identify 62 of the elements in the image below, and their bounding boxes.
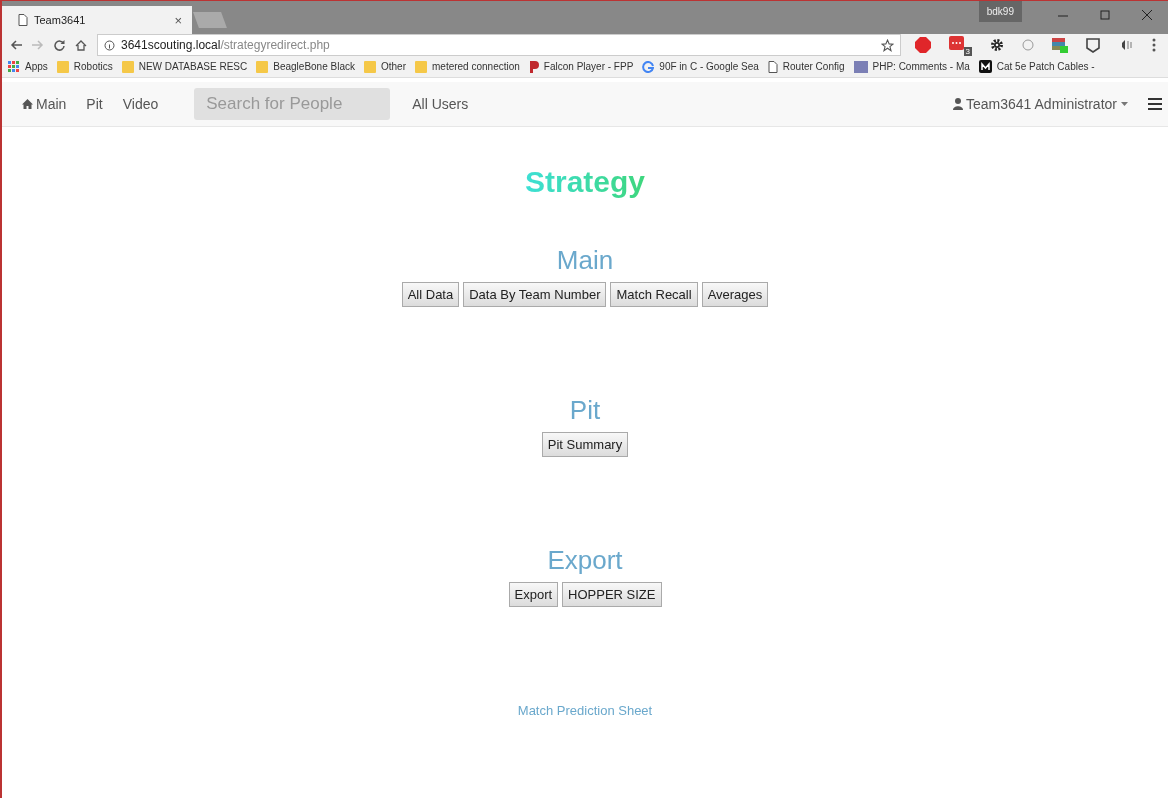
reload-icon[interactable] (54, 39, 65, 51)
action-button[interactable]: HOPPER SIZE (562, 582, 662, 607)
nav-link[interactable]: Video (122, 96, 159, 112)
page-icon (767, 60, 778, 73)
close-icon[interactable] (1142, 9, 1152, 20)
section-heading: Main (556, 245, 614, 276)
tab-title: Team3641 (34, 14, 87, 26)
action-button[interactable]: Pit Summary (541, 432, 629, 457)
bookmark[interactable]: NEW DATABASE RESC (121, 59, 248, 74)
stop-sign-icon[interactable] (915, 37, 931, 53)
apps-grid-icon (8, 60, 20, 73)
menu-icon[interactable] (1148, 98, 1162, 110)
page-icon (18, 14, 28, 26)
search-field[interactable]: Search for People (194, 88, 391, 120)
bookmark[interactable]: Falcon Player - FPP (528, 60, 634, 73)
shield-icon[interactable] (1086, 37, 1100, 53)
folder-icon (415, 59, 427, 74)
bookmark[interactable]: Other (364, 59, 406, 74)
back-icon[interactable] (10, 40, 22, 50)
action-button[interactable]: All Data (401, 282, 460, 307)
folder-icon (364, 59, 376, 74)
nav-link[interactable]: Pit (86, 96, 103, 112)
caret-icon (1121, 102, 1128, 106)
bookmark[interactable]: PHP: Comments - Ma (853, 60, 970, 73)
bookmark[interactable]: 90F in C - Google Sea (642, 60, 759, 73)
m-logo-icon (978, 60, 992, 73)
tab-close[interactable]: × (174, 12, 182, 28)
extension-button[interactable]: 3 (949, 34, 972, 56)
bookmark[interactable]: Apps (8, 60, 48, 73)
stack-icon[interactable] (1052, 37, 1068, 53)
bookmark[interactable]: Cat 5e Patch Cables - (978, 60, 1095, 73)
action-button[interactable]: Export (508, 582, 559, 607)
browser-tab[interactable]: Team3641 × (2, 6, 192, 34)
info-icon[interactable] (104, 39, 115, 51)
php-logo-icon (853, 60, 868, 73)
user-icon (953, 98, 964, 110)
section-heading: Export (547, 545, 623, 576)
user-menu[interactable]: Team3641 Administrator (953, 96, 1128, 112)
bookmark[interactable]: metered connection (415, 59, 520, 74)
action-button[interactable]: Data By Team Number (463, 282, 607, 307)
count-badge: 3 (963, 46, 972, 56)
gear-icon[interactable] (990, 38, 1004, 52)
profile-badge[interactable]: bdk99 (978, 1, 1022, 22)
star-icon[interactable] (881, 38, 894, 52)
section-heading: Pit (569, 395, 601, 426)
menu-icon[interactable] (1152, 38, 1156, 52)
folder-icon (256, 59, 269, 74)
bookmark[interactable]: Router Config (767, 60, 845, 73)
nav-link[interactable]: Main (22, 96, 67, 112)
bookmark[interactable]: BeagleBone Black (256, 59, 355, 74)
folder-icon (56, 59, 69, 74)
action-button[interactable]: Averages (701, 282, 769, 307)
restore-icon[interactable] (1100, 9, 1110, 20)
home-icon (22, 99, 33, 109)
p-logo-icon (528, 60, 539, 73)
action-button[interactable]: Match Recall (610, 282, 698, 307)
nav-link[interactable]: All Users (412, 96, 469, 112)
folder-icon (121, 59, 134, 74)
bookmark[interactable]: Robotics (56, 59, 113, 74)
address-bar[interactable]: 3641scouting.local/strategyredirect.php (97, 34, 901, 56)
home-icon[interactable] (75, 39, 87, 51)
g-logo-icon (642, 60, 655, 73)
